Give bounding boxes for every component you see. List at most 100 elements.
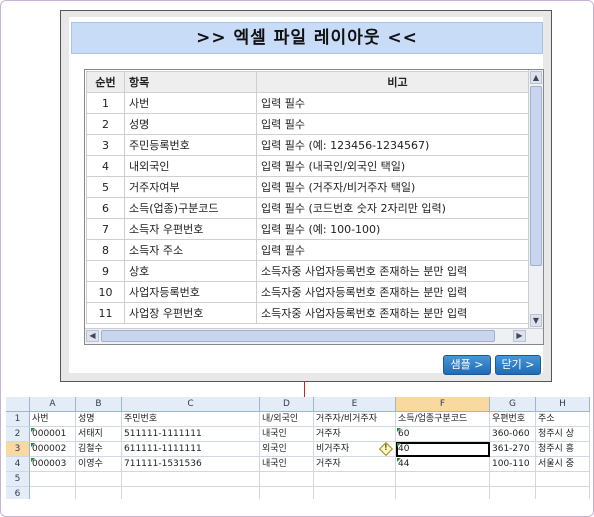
excel-cell[interactable] [490,472,536,487]
row-item: 사업장 우편번호 [124,302,257,324]
excel-cell[interactable]: 000001 [30,427,76,442]
excel-cell[interactable]: 사번 [30,412,76,427]
vertical-scrollbar[interactable]: ▲ ▼ [528,70,543,328]
excel-cell[interactable] [536,472,590,487]
excel-cell[interactable] [122,487,260,499]
table-header-row: 순번 항목 비고 [86,71,528,93]
vertical-scroll-thumb[interactable] [530,86,542,266]
row-number: 11 [86,302,125,324]
table-row: 1 사번 입력 필수 [86,92,528,114]
sample-button[interactable]: 샘플 > [443,355,491,375]
excel-cell[interactable]: 60 [396,427,490,442]
excel-cell[interactable]: 100-110 [490,457,536,472]
row-note: 입력 필수 [256,239,528,261]
excel-row-number[interactable]: 5 [6,472,30,487]
excel-cell[interactable]: 거주자 [314,427,396,442]
excel-cell[interactable]: 청주시 흥 [536,442,590,457]
excel-cell[interactable] [314,472,396,487]
excel-row-number[interactable]: 6 [6,487,30,499]
scroll-down-arrow-icon[interactable]: ▼ [530,314,542,327]
horizontal-scroll-thumb[interactable] [101,330,495,342]
excel-cell[interactable] [314,487,396,499]
excel-column-header[interactable]: C [122,397,260,412]
excel-cell[interactable]: 361-270 [490,442,536,457]
excel-cell[interactable]: 내국인 [260,427,314,442]
column-header-item: 항목 [124,71,257,93]
table-row: 11 사업장 우편번호 소득자중 사업자등록번호 존재하는 분만 입력 [86,302,528,324]
excel-cell[interactable]: 611111-1111111 [122,442,260,457]
table-row: 2 성명 입력 필수 [86,113,528,135]
excel-cell[interactable]: 40 [396,442,490,457]
excel-cell[interactable]: 우편번호 [490,412,536,427]
scroll-up-arrow-icon[interactable]: ▲ [530,71,542,84]
excel-column-header[interactable]: G [490,397,536,412]
excel-cell[interactable] [536,487,590,499]
excel-cell[interactable]: 성명 [76,412,122,427]
excel-cell[interactable]: 360-060 [490,427,536,442]
excel-row: 6 [6,487,590,499]
excel-cell[interactable]: 주민번호 [122,412,260,427]
excel-column-header[interactable]: D [260,397,314,412]
row-note: 입력 필수 (예: 100-100) [256,218,528,240]
excel-cell[interactable] [490,487,536,499]
scroll-right-arrow-icon[interactable]: ▶ [513,330,526,342]
excel-cell[interactable]: 서태지 [76,427,122,442]
excel-column-header[interactable]: A [30,397,76,412]
excel-row-number[interactable]: 3 [6,442,30,457]
excel-cell[interactable]: 000002 [30,442,76,457]
cell-error-indicator-icon [397,428,401,432]
excel-row: 4 000003 이영수 711111-1531536 내국인 거주자 44 100-110 서… [6,457,590,472]
table-row: 8 소득자 주소 입력 필수 [86,239,528,261]
row-item: 소득(업종)구분코드 [124,197,257,219]
row-number: 9 [86,260,125,282]
column-header-note: 비고 [256,71,528,93]
excel-cell[interactable] [260,487,314,499]
excel-column-header[interactable]: B [76,397,122,412]
excel-cell[interactable]: 711111-1531536 [122,457,260,472]
excel-sheet-preview: ABCDEFGH 1 사번 성명 주민번호 내/외국인 거주자/비거주자 소득/업종구분코드… [6,397,590,499]
excel-cell[interactable] [76,472,122,487]
excel-column-header[interactable]: F [396,397,490,412]
horizontal-scrollbar[interactable]: ◀ ▶ [85,328,543,344]
excel-column-header[interactable]: E [314,397,396,412]
excel-cell[interactable]: 내/외국인 [260,412,314,427]
column-header-no: 순번 [86,71,125,93]
excel-row-number[interactable]: 2 [6,427,30,442]
excel-cell[interactable] [396,472,490,487]
excel-cell[interactable]: 이영수 [76,457,122,472]
excel-cell[interactable]: 511111-1111111 [122,427,260,442]
excel-cell[interactable] [30,472,76,487]
excel-cell[interactable]: 거주자 [314,457,396,472]
row-item: 내외국인 [124,155,257,177]
excel-row-number[interactable]: 4 [6,457,30,472]
excel-column-header[interactable]: H [536,397,590,412]
excel-cell[interactable]: 내국인 [260,457,314,472]
excel-cell[interactable] [76,487,122,499]
excel-cell[interactable] [122,472,260,487]
table-row: 5 거주자여부 입력 필수 (거주자/비거주자 택일) [86,176,528,198]
row-number: 3 [86,134,125,156]
excel-cell[interactable]: 주소 [536,412,590,427]
table-row: 6 소득(업종)구분코드 입력 필수 (코드번호 숫자 2자리만 입력) [86,197,528,219]
excel-cell[interactable] [396,487,490,499]
excel-cell[interactable]: 김철수 [76,442,122,457]
excel-row-number[interactable]: 1 [6,412,30,427]
excel-select-all-corner[interactable] [6,397,30,412]
excel-cell[interactable]: 44 [396,457,490,472]
excel-cell[interactable]: 000003 [30,457,76,472]
table-body: 1 사번 입력 필수 2 성명 입력 필수 3 주민등록번호 입력 필수 (예: 123456-… [86,92,528,324]
scroll-left-arrow-icon[interactable]: ◀ [86,330,99,342]
excel-cell[interactable]: 청주시 상 [536,427,590,442]
popup-title: >> 엑셀 파일 레이아웃 << [71,22,543,54]
excel-cell[interactable]: 소득/업종구분코드 [396,412,490,427]
excel-row: 3 000002 김철수 611111-1111111 외국인 비거주자 40 361-270… [6,441,590,457]
row-note: 입력 필수 [256,113,528,135]
table-row: 7 소득자 우편번호 입력 필수 (예: 100-100) [86,218,528,240]
row-note: 입력 필수 (거주자/비거주자 택일) [256,176,528,198]
excel-cell[interactable]: 서울시 중 [536,457,590,472]
close-button[interactable]: 닫기 > [495,355,541,375]
excel-cell[interactable] [260,472,314,487]
excel-cell[interactable]: 외국인 [260,442,314,457]
excel-cell[interactable] [30,487,76,499]
excel-cell[interactable]: 거주자/비거주자 [314,412,396,427]
